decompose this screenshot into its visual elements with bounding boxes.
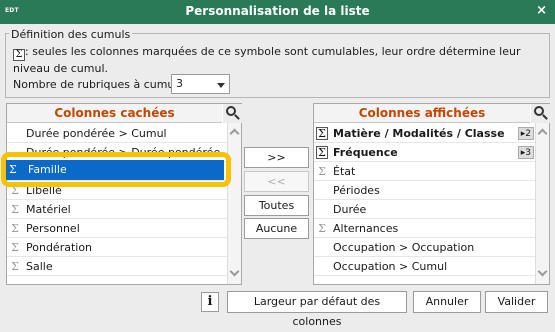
cumul-level-badge: ▸2	[517, 127, 534, 140]
select-all-button[interactable]: Toutes	[244, 195, 309, 216]
list-item-label: Occupation > Cumul	[333, 260, 448, 273]
chevron-down-icon[interactable]	[537, 266, 548, 277]
cumuls-info-line1: : seules les colonnes marquées de ce sym…	[25, 45, 521, 58]
list-item[interactable]: Σ Personnel	[7, 219, 227, 238]
sigma-icon: Σ	[316, 146, 328, 159]
list-item-label: Salle	[26, 260, 53, 273]
list-item[interactable]: Σ Alternances	[314, 219, 535, 238]
sigma-icon: Σ	[318, 165, 326, 178]
list-item[interactable]: Σ Pondération	[7, 238, 227, 257]
list-item-label: Libellé	[26, 184, 62, 197]
sigma-icon: Σ	[9, 163, 17, 176]
close-icon[interactable]: ×	[536, 3, 547, 18]
cumuls-info-line2: niveau de cumul.	[13, 62, 109, 75]
list-item-label: Alternances	[333, 222, 399, 235]
info-button[interactable]: i	[201, 292, 219, 312]
hidden-scrollbar[interactable]	[227, 123, 241, 284]
list-item-label: Personnel	[26, 222, 80, 235]
title-bar: EDT Personnalisation de la liste ×	[0, 0, 555, 24]
validate-button[interactable]: Valider	[485, 291, 548, 313]
list-item-label: Pondération	[26, 241, 93, 254]
list-item[interactable]: Σ État	[314, 162, 535, 181]
list-item-label: Matériel	[26, 203, 71, 216]
cumuls-legend: Définition des cumuls	[9, 28, 133, 41]
chevron-up-icon[interactable]	[229, 128, 240, 139]
sigma-icon: Σ	[11, 222, 19, 235]
list-item[interactable]: Σ Libellé	[7, 181, 227, 200]
list-item[interactable]: Σ Fréquence ▸3	[314, 143, 535, 162]
cumul-count-select[interactable]: 3	[171, 74, 230, 94]
select-none-button[interactable]: Aucune	[244, 218, 309, 239]
list-item[interactable]: Occupation > Cumul	[314, 257, 535, 276]
sigma-icon: Σ	[11, 184, 19, 197]
cumul-count-label: Nombre de rubriques à cumuler :	[13, 78, 196, 91]
shown-columns-panel: Colonnes affichées Σ Matière / Modalités …	[313, 103, 550, 285]
window-title: Personnalisation de la liste	[185, 4, 370, 18]
sigma-icon: Σ	[316, 127, 328, 140]
list-item[interactable]: Σ Matière / Modalités / Classe ▸2	[314, 124, 535, 143]
hidden-columns-header: Colonnes cachées	[7, 104, 222, 123]
chevron-down-icon[interactable]	[229, 266, 240, 277]
list-item[interactable]: Durée pondérée > Cumul	[7, 124, 227, 143]
sigma-icon: Σ	[318, 222, 326, 235]
list-item-label: Matière / Modalités / Classe	[333, 127, 505, 140]
list-item-label: Périodes	[333, 184, 380, 197]
list-item-label: État	[333, 165, 356, 178]
remove-column-button[interactable]: <<	[244, 171, 309, 192]
list-item[interactable]: Σ Matériel	[7, 200, 227, 219]
cumul-level-badge: ▸3	[517, 146, 534, 159]
list-item-label: Fréquence	[333, 146, 398, 159]
shown-columns-header: Colonnes affichées	[314, 104, 530, 123]
list-item[interactable]: Durée	[314, 200, 535, 219]
add-column-button[interactable]: >>	[244, 147, 309, 168]
default-width-button[interactable]: Largeur par défaut des colonnes	[227, 291, 407, 328]
shown-scrollbar[interactable]	[535, 123, 549, 284]
cancel-button[interactable]: Annuler	[413, 291, 481, 313]
chevron-down-icon	[217, 83, 225, 88]
sigma-icon: Σ	[11, 203, 19, 216]
sigma-icon: Σ	[11, 241, 19, 254]
selected-column-label: Famille	[28, 163, 67, 176]
hidden-columns-panel: Colonnes cachées Durée pondérée > Cumul D…	[6, 103, 242, 285]
cumuls-info: Σ: seules les colonnes marquées de ce sy…	[13, 44, 543, 76]
chevron-up-icon[interactable]	[537, 128, 548, 139]
list-item[interactable]: Occupation > Occupation	[314, 238, 535, 257]
list-item-label: Durée pondérée > Cumul	[26, 127, 167, 140]
list-item-label: Occupation > Occupation	[333, 241, 475, 254]
shown-search-button[interactable]	[531, 104, 550, 123]
hidden-search-button[interactable]	[223, 104, 242, 123]
sigma-icon: Σ	[13, 49, 25, 61]
list-item-label: Durée	[333, 203, 367, 216]
cumul-count-value: 3	[176, 77, 183, 90]
selected-hidden-column[interactable]: Σ Famille	[6, 160, 224, 180]
list-item[interactable]: Σ Salle	[7, 257, 227, 276]
sigma-icon: Σ	[11, 260, 19, 273]
list-item[interactable]: Périodes	[314, 181, 535, 200]
